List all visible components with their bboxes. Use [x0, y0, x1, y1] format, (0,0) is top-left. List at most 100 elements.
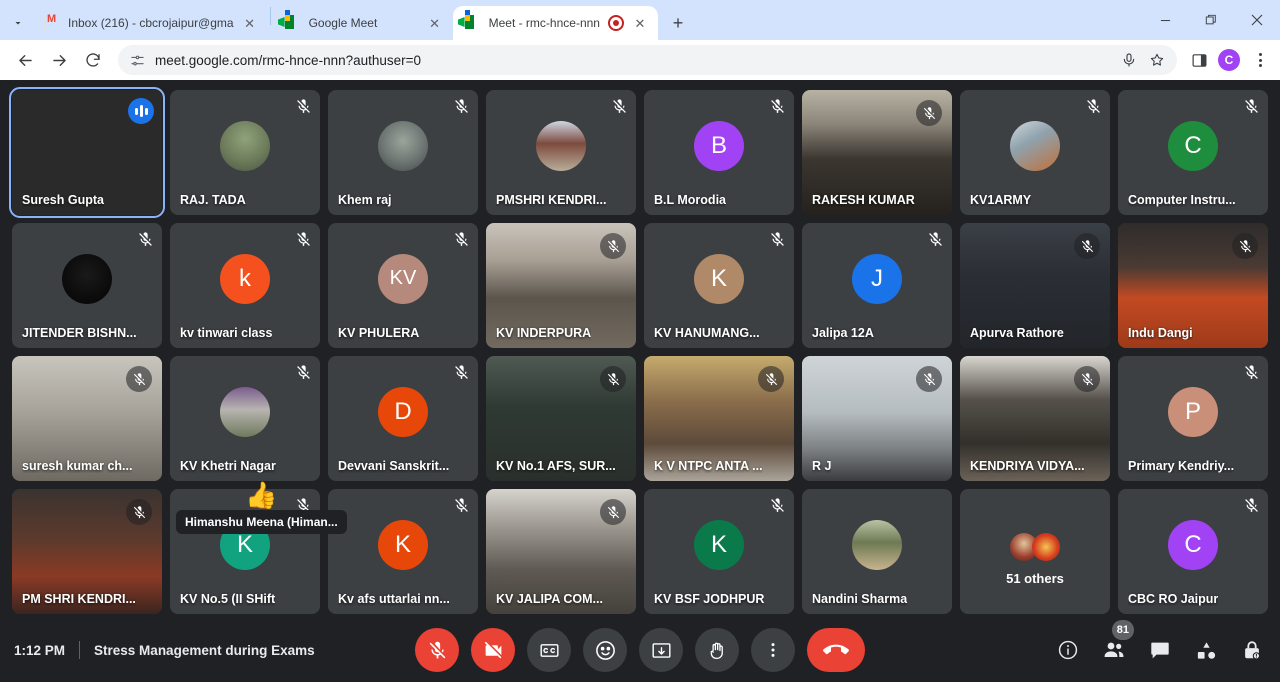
close-tab-icon[interactable]: ✕ — [242, 15, 258, 31]
participant-tile[interactable]: Suresh Gupta — [9, 87, 165, 218]
site-settings-icon[interactable] — [130, 53, 145, 68]
browser-tab[interactable]: Google Meet ✕ — [273, 6, 453, 40]
avatar: B — [694, 120, 744, 171]
participant-tile[interactable]: 51 others — [960, 489, 1110, 614]
avatar: C — [1168, 519, 1218, 570]
three-dot-menu-icon[interactable] — [1250, 53, 1270, 67]
participant-name: RAKESH KUMAR — [812, 193, 915, 207]
back-arrow-icon[interactable] — [10, 45, 40, 75]
participant-name: Suresh Gupta — [22, 193, 104, 207]
tab-separator — [269, 7, 271, 25]
avatar — [220, 120, 270, 171]
address-bar[interactable]: meet.google.com/rmc-hnce-nnn?authuser=0 — [118, 45, 1177, 75]
microphone-off-button[interactable] — [415, 628, 459, 672]
mic-off-icon — [916, 100, 942, 126]
mic-off-icon — [600, 233, 626, 259]
participant-tile[interactable]: KV JALIPA COM... — [486, 489, 636, 614]
avatar: K — [378, 519, 428, 570]
participant-tile[interactable]: B B.L Morodia — [644, 90, 794, 215]
browser-toolbar: meet.google.com/rmc-hnce-nnn?authuser=0 … — [0, 40, 1280, 80]
mic-off-icon — [1074, 366, 1100, 392]
participant-tile[interactable]: KV INDERPURA — [486, 223, 636, 348]
avatar — [378, 120, 428, 171]
raise-hand-button[interactable] — [695, 628, 739, 672]
reactions-button[interactable] — [583, 628, 627, 672]
host-controls-button[interactable] — [1238, 636, 1266, 664]
participant-tile[interactable]: J Jalipa 12A — [802, 223, 952, 348]
participant-tile[interactable]: RAKESH KUMAR — [802, 90, 952, 215]
leave-call-button[interactable] — [807, 628, 865, 672]
mic-off-icon — [126, 366, 152, 392]
participant-tile[interactable]: K KV No.5 (II SHift — [170, 489, 320, 614]
participant-tile[interactable]: R J — [802, 356, 952, 481]
info-icon — [1057, 639, 1079, 661]
participant-tile[interactable]: Khem raj — [328, 90, 478, 215]
star-icon[interactable] — [1149, 52, 1165, 68]
participant-name: RAJ. TADA — [180, 193, 246, 207]
chat-button[interactable] — [1146, 636, 1174, 664]
participant-tile[interactable]: C CBC RO Jaipur — [1118, 489, 1268, 614]
side-panel-icon[interactable] — [1191, 52, 1208, 69]
camera-off-button[interactable] — [471, 628, 515, 672]
close-window-button[interactable] — [1234, 4, 1280, 36]
participant-tile[interactable]: D Devvani Sanskrit... — [328, 356, 478, 481]
participant-tile[interactable]: K Kv afs uttarlai nn... — [328, 489, 478, 614]
participant-tile[interactable]: RAJ. TADA — [170, 90, 320, 215]
meeting-title: Stress Management during Exams — [94, 642, 315, 658]
new-tab-button[interactable]: + — [664, 9, 692, 37]
lock-icon — [1241, 639, 1263, 661]
participant-name: KENDRIYA VIDYA... — [970, 459, 1085, 473]
participant-tile[interactable]: suresh kumar ch... — [12, 356, 162, 481]
browser-tab[interactable]: Inbox (216) - cbcrojaipur@gma ✕ — [32, 6, 268, 40]
participant-tile[interactable]: Nandini Sharma — [802, 489, 952, 614]
profile-avatar[interactable]: C — [1218, 49, 1240, 71]
avatar — [852, 519, 902, 570]
participant-tile[interactable]: k kv tinwari class — [170, 223, 320, 348]
mic-off-icon — [611, 98, 628, 115]
avatar — [1032, 532, 1060, 561]
close-tab-icon[interactable]: ✕ — [427, 15, 443, 31]
close-tab-icon[interactable]: ✕ — [632, 15, 648, 31]
browser-tab-strip: Inbox (216) - cbcrojaipur@gma✕Google Mee… — [0, 0, 1280, 40]
avatar — [62, 253, 112, 304]
reload-icon[interactable] — [78, 45, 108, 75]
participant-tile[interactable]: Indu Dangi — [1118, 223, 1268, 348]
participant-name: KV Khetri Nagar — [180, 459, 276, 473]
participant-tile[interactable]: KV1ARMY — [960, 90, 1110, 215]
maximize-button[interactable] — [1188, 4, 1234, 36]
participant-tile[interactable]: K KV HANUMANG... — [644, 223, 794, 348]
microphone-icon[interactable] — [1121, 52, 1137, 68]
participant-tile[interactable]: KV No.1 AFS, SUR... — [486, 356, 636, 481]
participant-tile[interactable]: P Primary Kendriy... — [1118, 356, 1268, 481]
participant-tile[interactable]: JITENDER BISHN... — [12, 223, 162, 348]
participant-tile[interactable]: C Computer Instru... — [1118, 90, 1268, 215]
participant-tile[interactable]: K V NTPC ANTA ... — [644, 356, 794, 481]
minimize-button[interactable] — [1142, 4, 1188, 36]
participant-tile[interactable]: PM SHRI KENDRI... — [12, 489, 162, 614]
captions-button[interactable] — [527, 628, 571, 672]
more-options-button[interactable] — [751, 628, 795, 672]
forward-arrow-icon[interactable] — [44, 45, 74, 75]
participant-name: R J — [812, 459, 832, 473]
participants-button[interactable]: 81 — [1100, 620, 1134, 664]
participant-name: KV PHULERA — [338, 326, 420, 340]
chat-bubble-icon — [1149, 639, 1171, 661]
participant-name: suresh kumar ch... — [22, 459, 133, 473]
meeting-details-button[interactable] — [1054, 636, 1082, 664]
mic-off-icon — [600, 499, 626, 525]
tab-list-chevron-icon[interactable] — [4, 6, 32, 40]
participant-tile[interactable]: PMSHRI KENDRI... — [486, 90, 636, 215]
participant-tile[interactable]: KV KV PHULERA — [328, 223, 478, 348]
avatar: D — [378, 386, 428, 437]
participant-tile[interactable]: KV Khetri Nagar — [170, 356, 320, 481]
mic-off-icon — [1243, 497, 1260, 514]
participant-tile[interactable]: KENDRIYA VIDYA... — [960, 356, 1110, 481]
activities-button[interactable] — [1192, 636, 1220, 664]
participant-tile[interactable]: K KV BSF JODHPUR — [644, 489, 794, 614]
participant-name: Khem raj — [338, 193, 392, 207]
mic-off-icon — [758, 366, 784, 392]
present-screen-button[interactable] — [639, 628, 683, 672]
browser-tab[interactable]: Meet - rmc-hnce-nnn ✕ — [452, 6, 658, 40]
avatar: K — [694, 253, 744, 304]
participant-tile[interactable]: Apurva Rathore — [960, 223, 1110, 348]
